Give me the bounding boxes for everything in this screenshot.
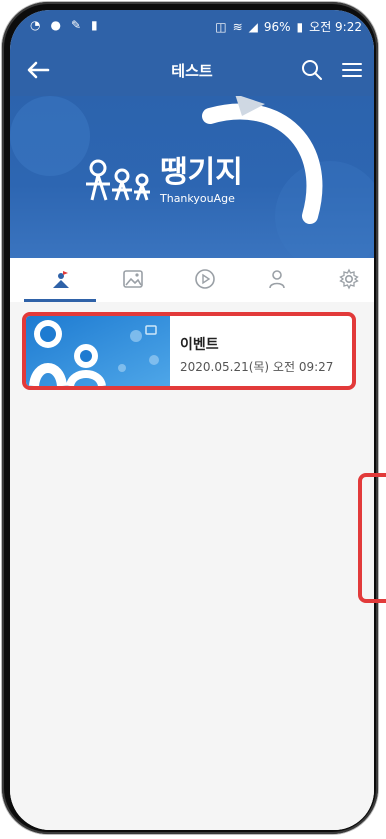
vibrate-icon: ◫ — [215, 19, 227, 34]
play-icon — [195, 269, 215, 289]
tab-videos[interactable] — [168, 258, 240, 302]
wifi-icon: ≋ — [232, 19, 243, 34]
screen: ◔ ● ✎ ▮ ◫ ≋ ◢ 96% ▮ 오전 9:22 테스트 땡기지 Than… — [10, 10, 374, 830]
tab-bar — [10, 258, 374, 303]
banner: 땡기지 ThankyouAge — [10, 96, 374, 258]
image-icon — [123, 270, 143, 288]
app-bar: 테스트 — [10, 44, 374, 96]
gear-icon — [339, 268, 359, 290]
post-title: 이벤트 — [180, 337, 219, 353]
notification-icon: ● — [50, 18, 61, 32]
tab-photos[interactable] — [96, 258, 168, 302]
post-date: 2020.05.21(목) 오전 09:27 — [180, 360, 334, 374]
status-time: 오전 9:22 — [309, 20, 362, 34]
status-left-icons: ◔ ● ✎ ▮ — [30, 18, 98, 32]
user-icon — [269, 270, 285, 289]
phone-frame: ◔ ● ✎ ▮ ◫ ≋ ◢ 96% ▮ 오전 9:22 테스트 땡기지 Than… — [2, 2, 378, 834]
menu-button[interactable] — [338, 56, 366, 84]
post-list: 이벤트 2020.05.21(목) 오전 09:27 — [10, 302, 374, 830]
search-button[interactable] — [298, 56, 326, 84]
banner-brand-en: ThankyouAge — [159, 192, 235, 205]
hamburger-icon — [342, 63, 362, 77]
tab-members[interactable] — [240, 258, 312, 302]
thumbnail-image — [26, 316, 170, 386]
search-icon — [302, 60, 322, 80]
sim-icon: ▮ — [91, 18, 98, 32]
tab-posts[interactable] — [24, 258, 96, 302]
logo-figures-icon — [86, 159, 150, 201]
signal-icon: ◢ — [248, 19, 258, 34]
pin-icon: ✎ — [70, 18, 82, 32]
banner-brand-ko: 땡기지 — [160, 155, 243, 190]
status-right: ◫ ≋ ◢ 96% ▮ 오전 9:22 — [215, 18, 362, 35]
message-icon: ◔ — [30, 18, 41, 32]
highlight-box — [358, 473, 386, 603]
banner-graphic: 땡기지 ThankyouAge — [10, 96, 374, 258]
person-flag-icon — [53, 271, 69, 288]
list-item[interactable]: 이벤트 2020.05.21(목) 오전 09:27 — [22, 312, 356, 390]
battery-percent: 96% — [263, 19, 291, 34]
post-thumbnail — [26, 316, 170, 386]
status-bar: ◔ ● ✎ ▮ ◫ ≋ ◢ 96% ▮ 오전 9:22 — [10, 10, 374, 44]
tab-settings[interactable] — [312, 258, 374, 302]
battery-icon: ▮ — [296, 19, 304, 34]
